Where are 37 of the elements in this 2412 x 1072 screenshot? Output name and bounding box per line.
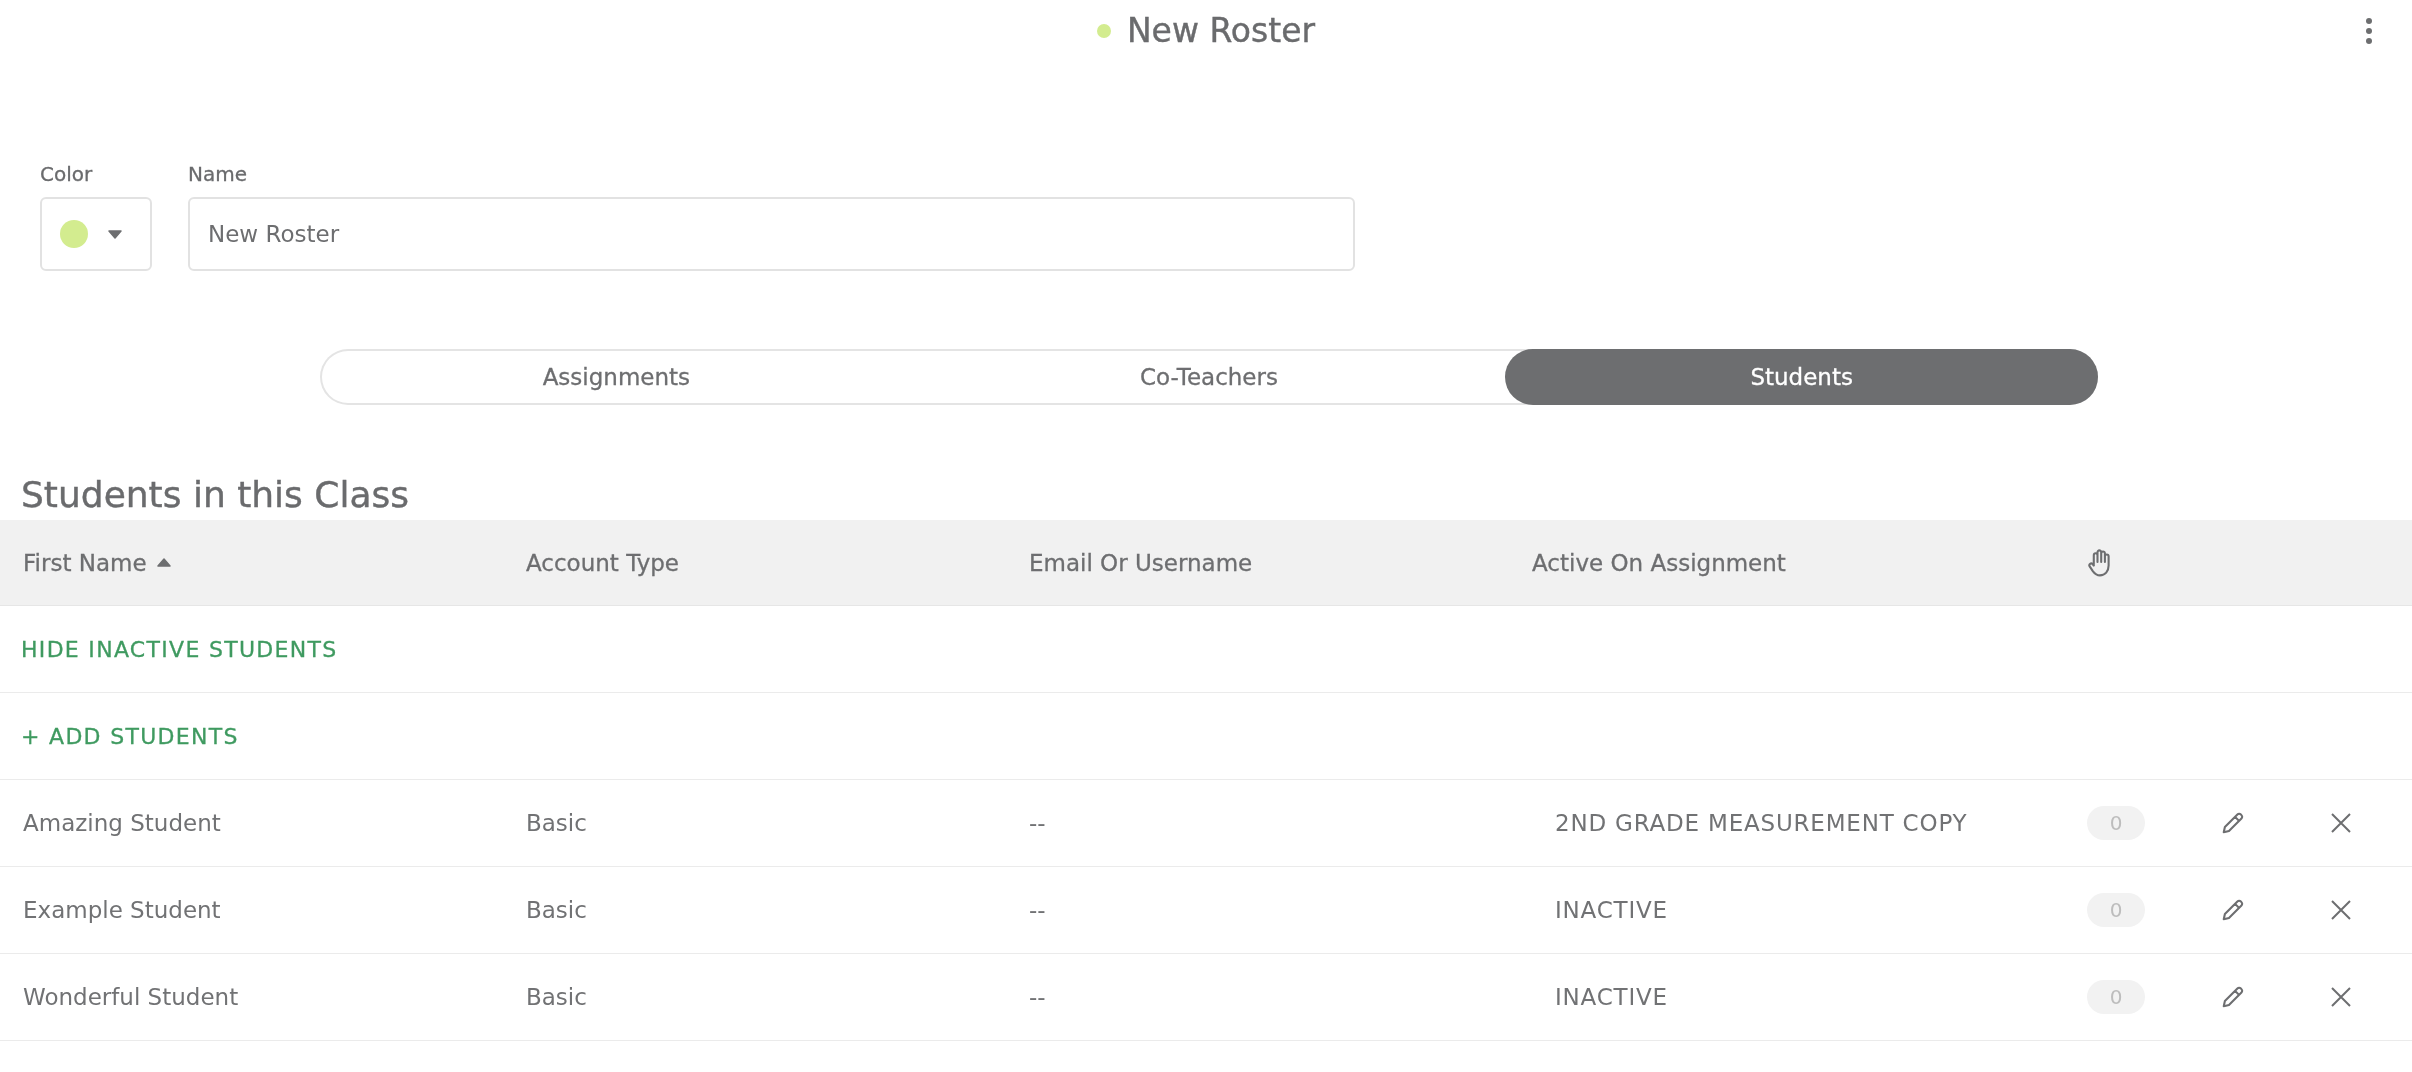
hand-icon xyxy=(2088,548,2110,577)
tab[interactable]: Assignments xyxy=(320,349,913,405)
action-link[interactable]: + ADD STUDENTS xyxy=(21,723,239,749)
color-dropdown[interactable] xyxy=(40,197,152,271)
table-cell: -- xyxy=(1029,984,1046,1010)
roster-title: New Roster xyxy=(1126,11,1316,51)
column-header[interactable]: Account Type xyxy=(526,549,679,576)
x-mark-icon[interactable] xyxy=(2331,813,2351,833)
field-label: Color xyxy=(40,162,93,186)
column-header[interactable]: First Name xyxy=(23,549,171,576)
table-cell: INACTIVE xyxy=(1555,897,1668,923)
table-cell: -- xyxy=(1029,810,1046,836)
table-cell: Wonderful Student xyxy=(23,984,239,1010)
column-header[interactable]: Email Or Username xyxy=(1029,549,1253,576)
table-cell: Amazing Student xyxy=(23,810,221,836)
table-cell: 2ND GRADE MEASUREMENT COPY xyxy=(1555,810,1968,836)
tab[interactable]: Co-Teachers xyxy=(912,349,1506,405)
caret-up-icon xyxy=(156,558,171,567)
table-cell: -- xyxy=(1029,897,1046,923)
pencil-icon[interactable] xyxy=(2222,812,2244,834)
table-cell: INACTIVE xyxy=(1555,984,1668,1010)
more-options-icon[interactable] xyxy=(2366,18,2372,44)
pencil-icon[interactable] xyxy=(2222,986,2244,1008)
name-field[interactable]: New Roster xyxy=(188,197,1355,271)
caret-down-icon xyxy=(108,229,122,239)
section-title: Students in this Class xyxy=(21,475,411,515)
x-mark-icon[interactable] xyxy=(2331,900,2351,920)
field-label: Name xyxy=(188,162,247,186)
column-header[interactable]: Active On Assignment xyxy=(1532,549,1786,576)
table-cell: Example Student xyxy=(23,897,221,923)
action-link[interactable]: HIDE INACTIVE STUDENTS xyxy=(21,636,338,662)
table-cell: Basic xyxy=(526,810,587,836)
table-cell: Basic xyxy=(526,984,587,1010)
tab[interactable]: Students xyxy=(1505,349,2098,405)
table-cell: Basic xyxy=(526,897,587,923)
x-mark-icon[interactable] xyxy=(2331,987,2351,1007)
pencil-icon[interactable] xyxy=(2222,899,2244,921)
